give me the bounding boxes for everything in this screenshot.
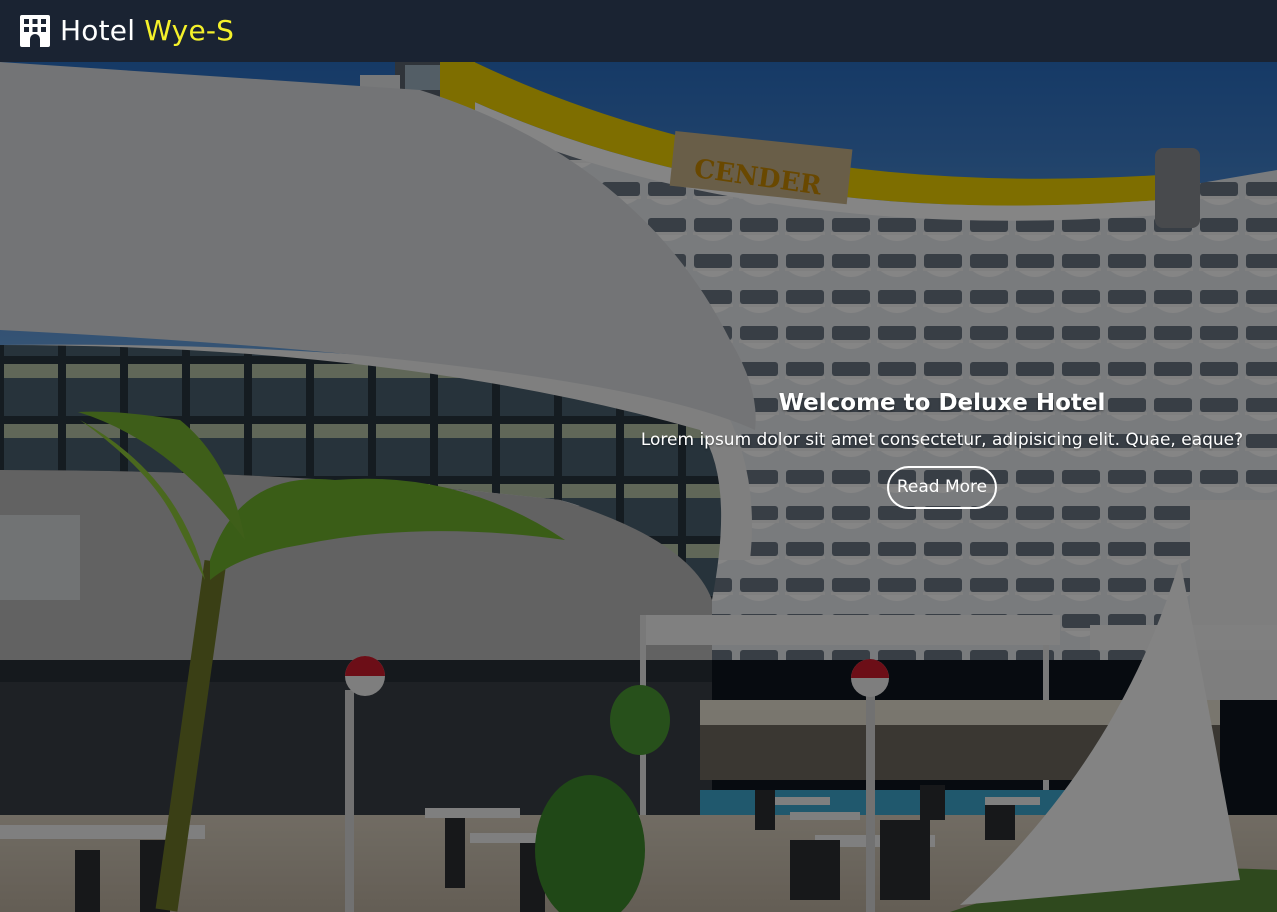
brand-link[interactable]: Hotel Wye-S	[20, 15, 234, 47]
navbar: Hotel Wye-S	[0, 0, 1277, 62]
hotel-building-icon	[20, 15, 50, 47]
hero-text: Lorem ipsum dolor sit amet consectetur, …	[640, 429, 1244, 450]
hero-caption: Welcome to Deluxe Hotel Lorem ipsum dolo…	[608, 390, 1276, 509]
brand-name: Hotel Wye-S	[60, 17, 234, 45]
hero-section: CENDER Welcome to Deluxe Hotel Lorem ips…	[0, 62, 1277, 912]
brand-accent: Wye-S	[144, 14, 235, 47]
read-more-button[interactable]: Read More	[886, 465, 998, 509]
hero-title: Welcome to Deluxe Hotel	[778, 390, 1106, 416]
brand-prefix: Hotel	[60, 14, 136, 47]
page: Hotel Wye-S CENDER Welcome to Deluxe Hot…	[0, 0, 1277, 912]
